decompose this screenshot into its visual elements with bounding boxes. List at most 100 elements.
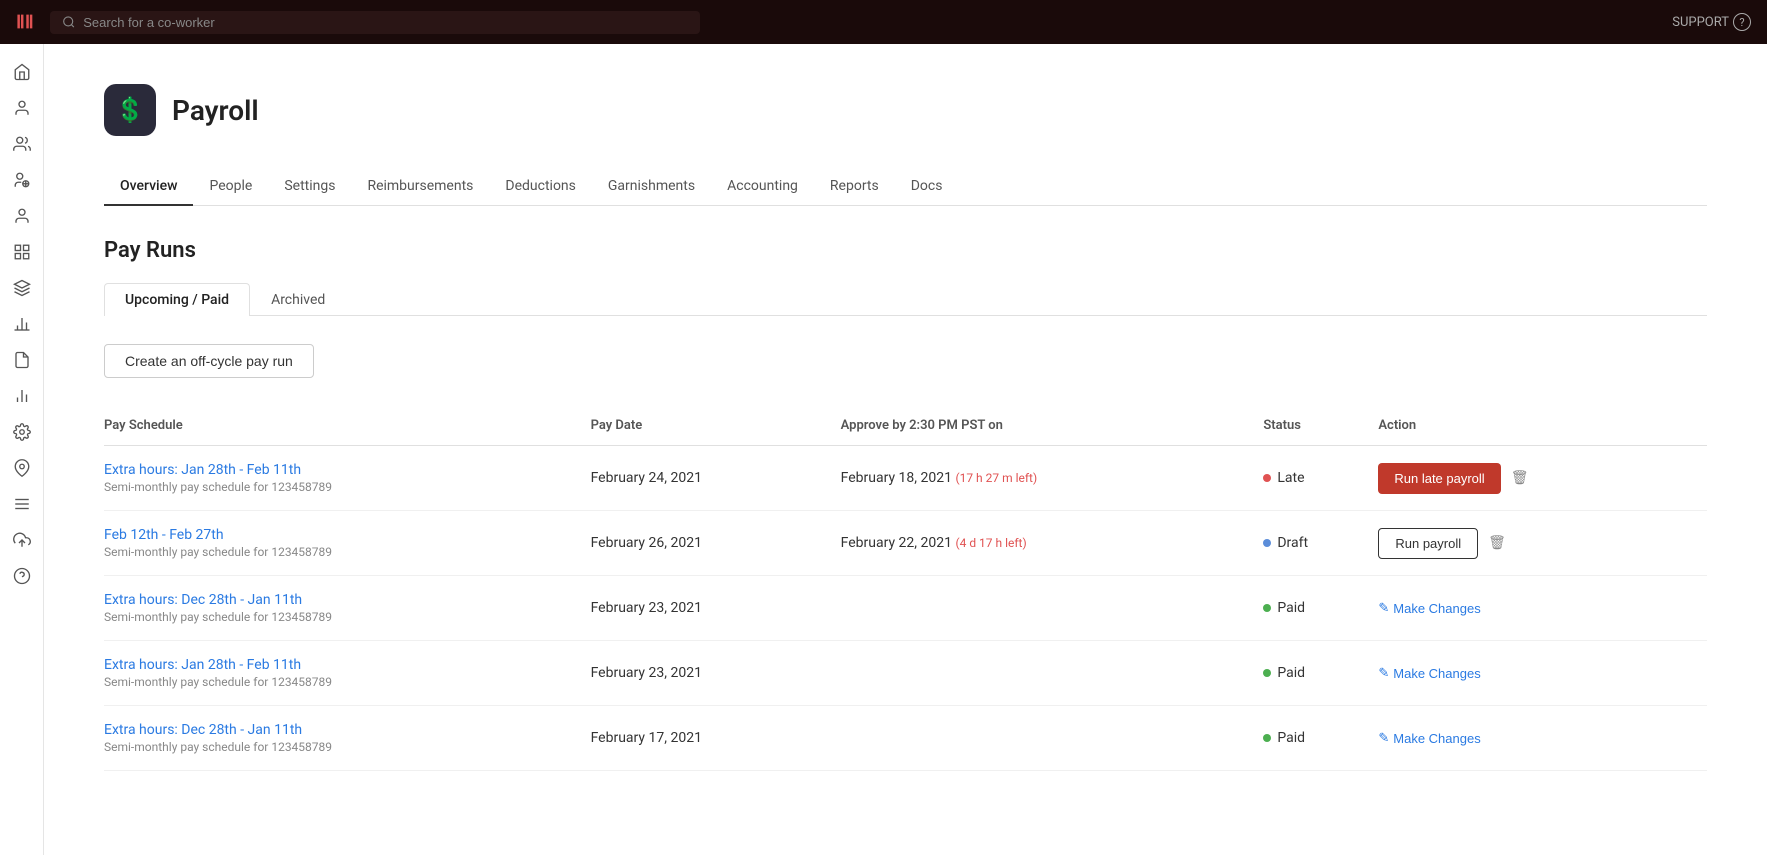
pay-date: February 26, 2021 xyxy=(591,511,841,576)
pay-schedule-sub: Semi-monthly pay schedule for 123458789 xyxy=(104,610,579,624)
edit-icon: ✎ xyxy=(1378,730,1389,746)
delete-icon[interactable]: 🗑 xyxy=(1488,535,1506,551)
make-changes-button[interactable]: ✎ Make Changes xyxy=(1378,600,1480,616)
app-logo[interactable]: ⅡⅡ xyxy=(16,12,34,33)
tab-settings[interactable]: Settings xyxy=(268,168,351,206)
run-late-payroll-button[interactable]: Run late payroll xyxy=(1378,463,1500,494)
help-icon[interactable] xyxy=(6,560,38,592)
tab-docs[interactable]: Docs xyxy=(895,168,959,206)
delete-icon[interactable]: 🗑 xyxy=(1511,470,1529,486)
search-input[interactable] xyxy=(83,15,687,30)
settings-icon[interactable] xyxy=(6,416,38,448)
person-icon[interactable] xyxy=(6,200,38,232)
pay-date: February 24, 2021 xyxy=(591,446,841,511)
action-cell: ✎ Make Changes xyxy=(1378,641,1707,706)
search-bar[interactable] xyxy=(50,11,700,34)
approve-by xyxy=(841,641,1264,706)
groups-icon[interactable] xyxy=(6,164,38,196)
action-cell: ✎ Make Changes xyxy=(1378,706,1707,771)
pay-schedule-link[interactable]: Extra hours: Jan 28th - Feb 11th xyxy=(104,462,579,478)
tab-nav: Overview People Settings Reimbursements … xyxy=(104,168,1707,206)
topnav-right: SUPPORT ? xyxy=(1672,13,1751,31)
subtab-upcoming[interactable]: Upcoming / Paid xyxy=(104,283,250,316)
table-header-row: Pay Schedule Pay Date Approve by 2:30 PM… xyxy=(104,410,1707,446)
section-title: Pay Runs xyxy=(104,238,1707,263)
page-title: Payroll xyxy=(172,94,259,127)
edit-icon: ✎ xyxy=(1378,600,1389,616)
status-cell: Paid xyxy=(1263,641,1378,706)
make-changes-button[interactable]: ✎ Make Changes xyxy=(1378,730,1480,746)
status-dot xyxy=(1263,539,1271,547)
pay-schedule-link[interactable]: Extra hours: Dec 28th - Jan 11th xyxy=(104,722,579,738)
pay-schedule-sub: Semi-monthly pay schedule for 123458789 xyxy=(104,675,579,689)
subtab-nav: Upcoming / Paid Archived xyxy=(104,283,1707,316)
status-dot xyxy=(1263,604,1271,612)
table-row: Feb 12th - Feb 27th Semi-monthly pay sch… xyxy=(104,511,1707,576)
layers-icon[interactable] xyxy=(6,272,38,304)
status-dot xyxy=(1263,669,1271,677)
tab-reimbursements[interactable]: Reimbursements xyxy=(351,168,489,206)
col-status: Status xyxy=(1263,410,1378,446)
action-cell: Run late payroll 🗑 xyxy=(1378,446,1707,511)
col-pay-schedule: Pay Schedule xyxy=(104,410,591,446)
home-icon[interactable] xyxy=(6,56,38,88)
team-icon[interactable] xyxy=(6,128,38,160)
tab-accounting[interactable]: Accounting xyxy=(711,168,814,206)
status-text: Paid xyxy=(1277,600,1305,616)
table-row: Extra hours: Dec 28th - Jan 11th Semi-mo… xyxy=(104,706,1707,771)
pay-schedule-link[interactable]: Feb 12th - Feb 27th xyxy=(104,527,579,543)
search-icon xyxy=(62,15,76,29)
tab-garnishments[interactable]: Garnishments xyxy=(592,168,711,206)
pay-date: February 17, 2021 xyxy=(591,706,841,771)
edit-icon: ✎ xyxy=(1378,665,1389,681)
chart-bar-icon[interactable] xyxy=(6,308,38,340)
doc-icon[interactable] xyxy=(6,344,38,376)
action-cell: Run payroll 🗑 xyxy=(1378,511,1707,576)
tab-overview[interactable]: Overview xyxy=(104,168,193,206)
pay-date: February 23, 2021 xyxy=(591,641,841,706)
location-icon[interactable] xyxy=(6,452,38,484)
create-off-cycle-button[interactable]: Create an off-cycle pay run xyxy=(104,344,314,378)
status-text: Draft xyxy=(1277,535,1308,551)
analytics-icon[interactable] xyxy=(6,380,38,412)
table-row: Extra hours: Jan 28th - Feb 11th Semi-mo… xyxy=(104,446,1707,511)
pay-runs-table: Pay Schedule Pay Date Approve by 2:30 PM… xyxy=(104,410,1707,771)
col-action: Action xyxy=(1378,410,1707,446)
subtab-archived[interactable]: Archived xyxy=(250,283,346,316)
status-text: Paid xyxy=(1277,665,1305,681)
pay-schedule-link[interactable]: Extra hours: Jan 28th - Feb 11th xyxy=(104,657,579,673)
table-row: Extra hours: Jan 28th - Feb 11th Semi-mo… xyxy=(104,641,1707,706)
status-cell: Paid xyxy=(1263,576,1378,641)
run-payroll-button[interactable]: Run payroll xyxy=(1378,528,1478,559)
pay-date: February 23, 2021 xyxy=(591,576,841,641)
tab-deductions[interactable]: Deductions xyxy=(489,168,591,206)
payroll-app-icon: 💲 xyxy=(104,84,156,136)
approve-by: February 18, 2021 (17 h 27 m left) xyxy=(841,446,1264,511)
support-link[interactable]: SUPPORT ? xyxy=(1672,13,1751,31)
action-cell: ✎ Make Changes xyxy=(1378,576,1707,641)
topnav: ⅡⅡ SUPPORT ? xyxy=(0,0,1767,44)
sidebar xyxy=(0,44,44,855)
people-icon[interactable] xyxy=(6,92,38,124)
col-pay-date: Pay Date xyxy=(591,410,841,446)
apps-icon[interactable] xyxy=(6,236,38,268)
make-changes-button[interactable]: ✎ Make Changes xyxy=(1378,665,1480,681)
pay-schedule-link[interactable]: Extra hours: Dec 28th - Jan 11th xyxy=(104,592,579,608)
page-header: 💲 Payroll xyxy=(104,84,1707,136)
status-cell: Late xyxy=(1263,446,1378,511)
main-content: 💲 Payroll Overview People Settings Reimb… xyxy=(44,44,1767,855)
list-icon[interactable] xyxy=(6,488,38,520)
table-row: Extra hours: Dec 28th - Jan 11th Semi-mo… xyxy=(104,576,1707,641)
pay-schedule-sub: Semi-monthly pay schedule for 123458789 xyxy=(104,545,579,559)
status-cell: Paid xyxy=(1263,706,1378,771)
tab-people[interactable]: People xyxy=(193,168,268,206)
support-icon: ? xyxy=(1733,13,1751,31)
pay-schedule-sub: Semi-monthly pay schedule for 123458789 xyxy=(104,740,579,754)
col-approve-by: Approve by 2:30 PM PST on xyxy=(841,410,1264,446)
status-text: Late xyxy=(1277,470,1304,486)
approve-by xyxy=(841,576,1264,641)
tab-reports[interactable]: Reports xyxy=(814,168,895,206)
upload-icon[interactable] xyxy=(6,524,38,556)
support-label: SUPPORT xyxy=(1672,15,1729,30)
status-cell: Draft xyxy=(1263,511,1378,576)
